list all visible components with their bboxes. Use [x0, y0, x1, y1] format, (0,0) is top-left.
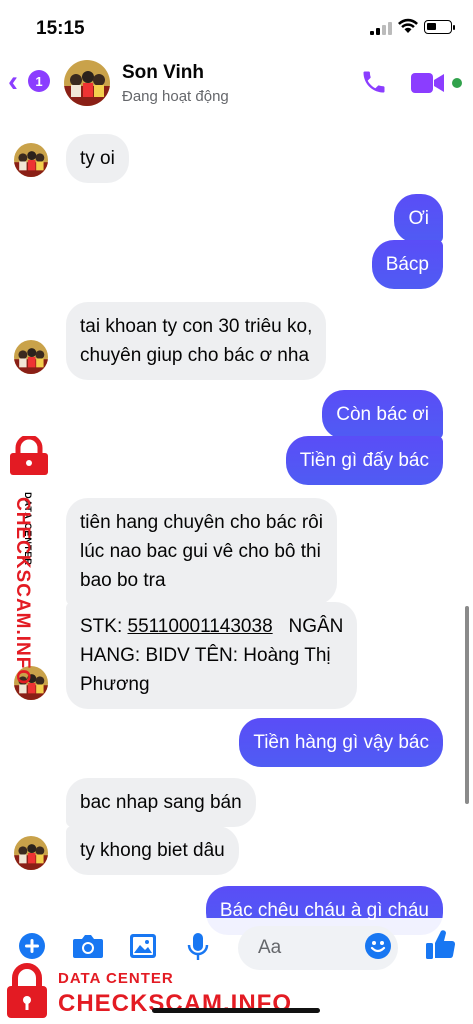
- contact-status: Đang hoạt động: [122, 88, 229, 105]
- lock-icon: [10, 436, 48, 475]
- message-text: Tiền hàng gì vậy bác: [253, 732, 429, 753]
- online-status-dot: [452, 78, 462, 88]
- contact-avatar[interactable]: [64, 60, 110, 106]
- message-text: ty oi: [80, 148, 115, 169]
- outgoing-message[interactable]: Ơi: [394, 194, 443, 243]
- watermark-bottom-brand: CHECKSCAM.INFO: [58, 990, 292, 1017]
- incoming-message[interactable]: tiên hang chuyên cho bác rôi lúc nao bac…: [66, 498, 337, 605]
- wifi-icon: [398, 18, 418, 33]
- message-text: Ơi: [408, 208, 429, 229]
- message-text: ty khong biet dâu: [80, 840, 225, 861]
- emoji-icon[interactable]: [364, 932, 392, 960]
- message-line: HANG: BIDV TÊN: Hoàng Thị: [80, 645, 331, 666]
- status-bar: 15:15: [0, 0, 473, 52]
- message-line: STK: 55110001143038 NGÂN: [80, 612, 343, 641]
- bank-label: NGÂN: [288, 616, 344, 637]
- incoming-message[interactable]: tai khoan ty con 30 triêu ko, chuyên giu…: [66, 302, 327, 380]
- watermark-bottom: DATA CENTER CHECKSCAM.INFO: [0, 958, 300, 1024]
- video-camera-icon[interactable]: [410, 70, 446, 96]
- outgoing-message[interactable]: Còn bác ơi: [322, 390, 443, 439]
- incoming-message[interactable]: bac nhap sang bán: [66, 778, 256, 827]
- plus-circle-icon[interactable]: [18, 932, 46, 960]
- stk-label: STK:: [80, 616, 128, 637]
- lock-icon: [7, 963, 47, 1018]
- outgoing-message[interactable]: Tiền gì đấy bác: [285, 436, 443, 485]
- message-text: Còn bác ơi: [336, 404, 429, 425]
- camera-icon[interactable]: [72, 932, 104, 960]
- scrollbar[interactable]: [465, 606, 469, 804]
- incoming-message[interactable]: ty khong biet dâu: [66, 826, 239, 875]
- unread-badge: 1: [28, 70, 50, 92]
- home-indicator[interactable]: [152, 1008, 320, 1013]
- watermark-bottom-sub: DATA CENTER: [58, 970, 174, 987]
- battery-icon: [424, 20, 455, 34]
- signal-icon: [370, 22, 392, 35]
- back-button[interactable]: ‹ 1: [8, 64, 52, 100]
- watermark-side-brand: CHECKSCAM.INFO: [12, 497, 33, 686]
- message-line: tai khoan ty con 30 triêu ko,: [80, 316, 313, 337]
- chat-header: ‹ 1 Son Vinh Đang hoạt động: [0, 52, 473, 114]
- message-line: Phương: [80, 674, 150, 695]
- message-input-placeholder: Aa: [258, 937, 282, 958]
- incoming-message[interactable]: ty oi: [66, 134, 129, 183]
- phone-icon[interactable]: [360, 68, 388, 96]
- status-time: 15:15: [36, 18, 85, 39]
- message-line: lúc nao bac gui vê cho bô thi: [80, 541, 321, 562]
- chevron-left-icon: ‹: [8, 65, 18, 98]
- account-number-link[interactable]: 55110001143038: [128, 616, 273, 637]
- contact-avatar-small[interactable]: [14, 340, 48, 374]
- outgoing-message[interactable]: Tiền hàng gì vậy bác: [239, 718, 443, 767]
- contact-avatar-small[interactable]: [14, 836, 48, 870]
- message-line: tiên hang chuyên cho bác rôi: [80, 512, 323, 533]
- message-text: Bácp: [385, 254, 429, 275]
- watermark-side: DATA CENTER CHECKSCAM.INFO: [4, 436, 54, 686]
- contact-name[interactable]: Son Vinh: [122, 62, 204, 84]
- image-icon[interactable]: [128, 932, 158, 960]
- message-text: bac nhap sang bán: [80, 792, 242, 813]
- message-line: bao bo tra: [80, 570, 166, 591]
- message-line: chuyên giup cho bác ơ nha: [80, 345, 310, 366]
- thumbs-up-icon[interactable]: [424, 928, 456, 962]
- incoming-message-account[interactable]: STK: 55110001143038 NGÂN HANG: BIDV TÊN:…: [66, 602, 358, 709]
- contact-avatar-small[interactable]: [14, 143, 48, 177]
- message-text: Tiền gì đấy bác: [299, 450, 429, 471]
- outgoing-message[interactable]: Bácp: [371, 240, 443, 289]
